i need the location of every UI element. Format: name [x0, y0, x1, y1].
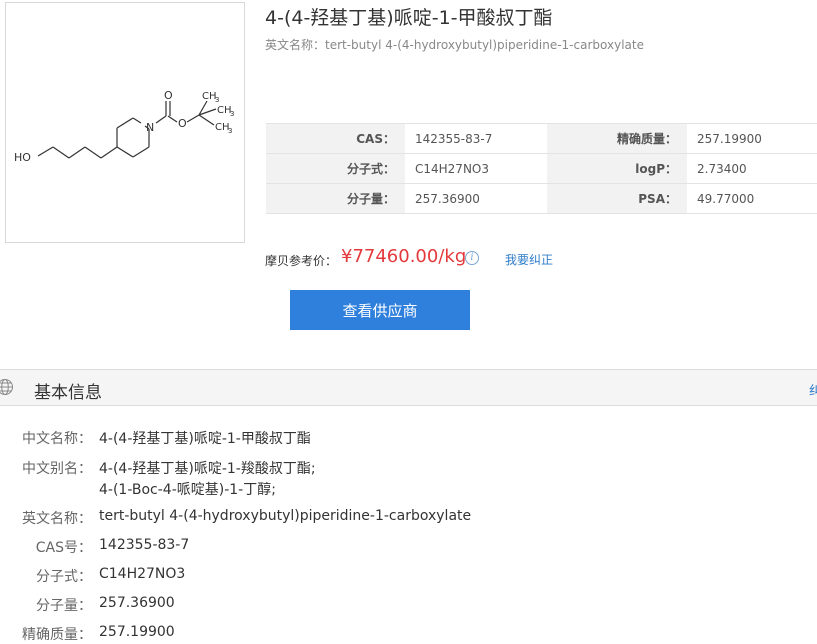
price-row: 摩贝参考价： ¥77460.00/kg i 我要纠正 — [265, 246, 817, 270]
product-title: 4-(4-羟基丁基)哌啶-1-甲酸叔丁酯 — [265, 7, 553, 29]
struct-label-carbonyl-o: O — [164, 89, 173, 102]
structure-image: HO N O O CH 3 CH 3 CH 3 — [5, 2, 245, 243]
info-value: tert-butyl 4-(4-hydroxybutyl)piperidine-… — [99, 508, 472, 524]
basic-info-list: 中文名称： 4-(4-羟基丁基)哌啶-1-甲酸叔丁酯 中文别名： 4-(4-羟基… — [0, 428, 817, 644]
prop-key: CAS： — [266, 123, 405, 154]
prop-key: 分子量： — [266, 183, 405, 214]
table-row: CAS： 142355-83-7 精确质量： 257.19900 — [266, 123, 817, 154]
table-row: 分子量： 257.36900 PSA： 49.77000 — [266, 183, 817, 214]
prop-value: 257.19900 — [687, 123, 817, 154]
basic-info-section-header: 基本信息 纠 — [0, 369, 817, 406]
info-label: 英文名称： — [22, 511, 92, 527]
prop-key: 分子式： — [266, 153, 405, 184]
list-item: 分子量： 257.36900 — [0, 595, 817, 624]
table-row: 分子式： C14H27NO3 logP： 2.73400 — [266, 153, 817, 184]
info-label: 分子式： — [36, 569, 92, 585]
list-item: 中文名称： 4-(4-羟基丁基)哌啶-1-甲酸叔丁酯 — [0, 428, 817, 458]
correct-side-link[interactable]: 纠 — [809, 380, 817, 399]
correct-price-link[interactable]: 我要纠正 — [505, 251, 553, 268]
info-value: 4-(4-羟基丁基)哌啶-1-羧酸叔丁酯; — [99, 461, 316, 477]
prop-key: 精确质量： — [547, 123, 687, 154]
info-label: 分子量： — [36, 598, 92, 614]
prop-key: PSA： — [547, 183, 687, 214]
info-label: 中文名称： — [22, 431, 92, 447]
info-value: C14H27NO3 — [99, 566, 186, 582]
info-value: 4-(1-Boc-4-哌啶基)-1-丁醇; — [99, 482, 276, 498]
info-label: 中文别名： — [22, 461, 92, 477]
list-item: 精确质量： 257.19900 — [0, 624, 817, 644]
struct-label-ch3-3-sub: 3 — [228, 127, 232, 135]
struct-label-ester-o: O — [178, 117, 187, 130]
struct-label-ch3-1-sub: 3 — [215, 96, 219, 104]
struct-label-ho: HO — [14, 151, 31, 164]
price-label: 摩贝参考价： — [265, 254, 338, 268]
prop-value: 2.73400 — [687, 153, 817, 184]
english-name-line: 英文名称：tert-butyl 4-(4-hydroxybutyl)piperi… — [265, 38, 644, 52]
property-table: CAS： 142355-83-7 精确质量： 257.19900 分子式： C1… — [266, 123, 817, 214]
prop-value: 257.36900 — [405, 183, 547, 214]
globe-icon — [0, 379, 13, 395]
info-label: CAS号： — [35, 540, 92, 556]
struct-label-n: N — [146, 121, 154, 134]
prop-value: 142355-83-7 — [405, 123, 547, 154]
prop-key: logP： — [547, 153, 687, 184]
info-value: 142355-83-7 — [99, 537, 190, 553]
view-suppliers-button[interactable]: 查看供应商 — [290, 290, 470, 330]
info-label: 精确质量： — [22, 627, 92, 643]
list-item: CAS号： 142355-83-7 — [0, 537, 817, 566]
chemical-structure-drawing: HO N O O CH 3 CH 3 CH 3 — [14, 89, 234, 164]
info-icon[interactable]: i — [465, 251, 479, 265]
list-item: 英文名称： tert-butyl 4-(4-hydroxybutyl)piper… — [0, 508, 817, 537]
prop-value: C14H27NO3 — [405, 153, 547, 184]
info-value: 257.19900 — [99, 624, 175, 640]
info-value: 257.36900 — [99, 595, 175, 611]
prop-value: 49.77000 — [687, 183, 817, 214]
section-title: 基本信息 — [34, 383, 102, 403]
struct-label-ch3-2-sub: 3 — [230, 110, 234, 118]
price-value: ¥77460.00/kg — [341, 246, 467, 267]
info-value: 4-(4-羟基丁基)哌啶-1-甲酸叔丁酯 — [99, 431, 311, 447]
list-item: 分子式： C14H27NO3 — [0, 566, 817, 595]
list-item: 中文别名： 4-(4-羟基丁基)哌啶-1-羧酸叔丁酯; 4-(1-Boc-4-哌… — [0, 458, 817, 508]
